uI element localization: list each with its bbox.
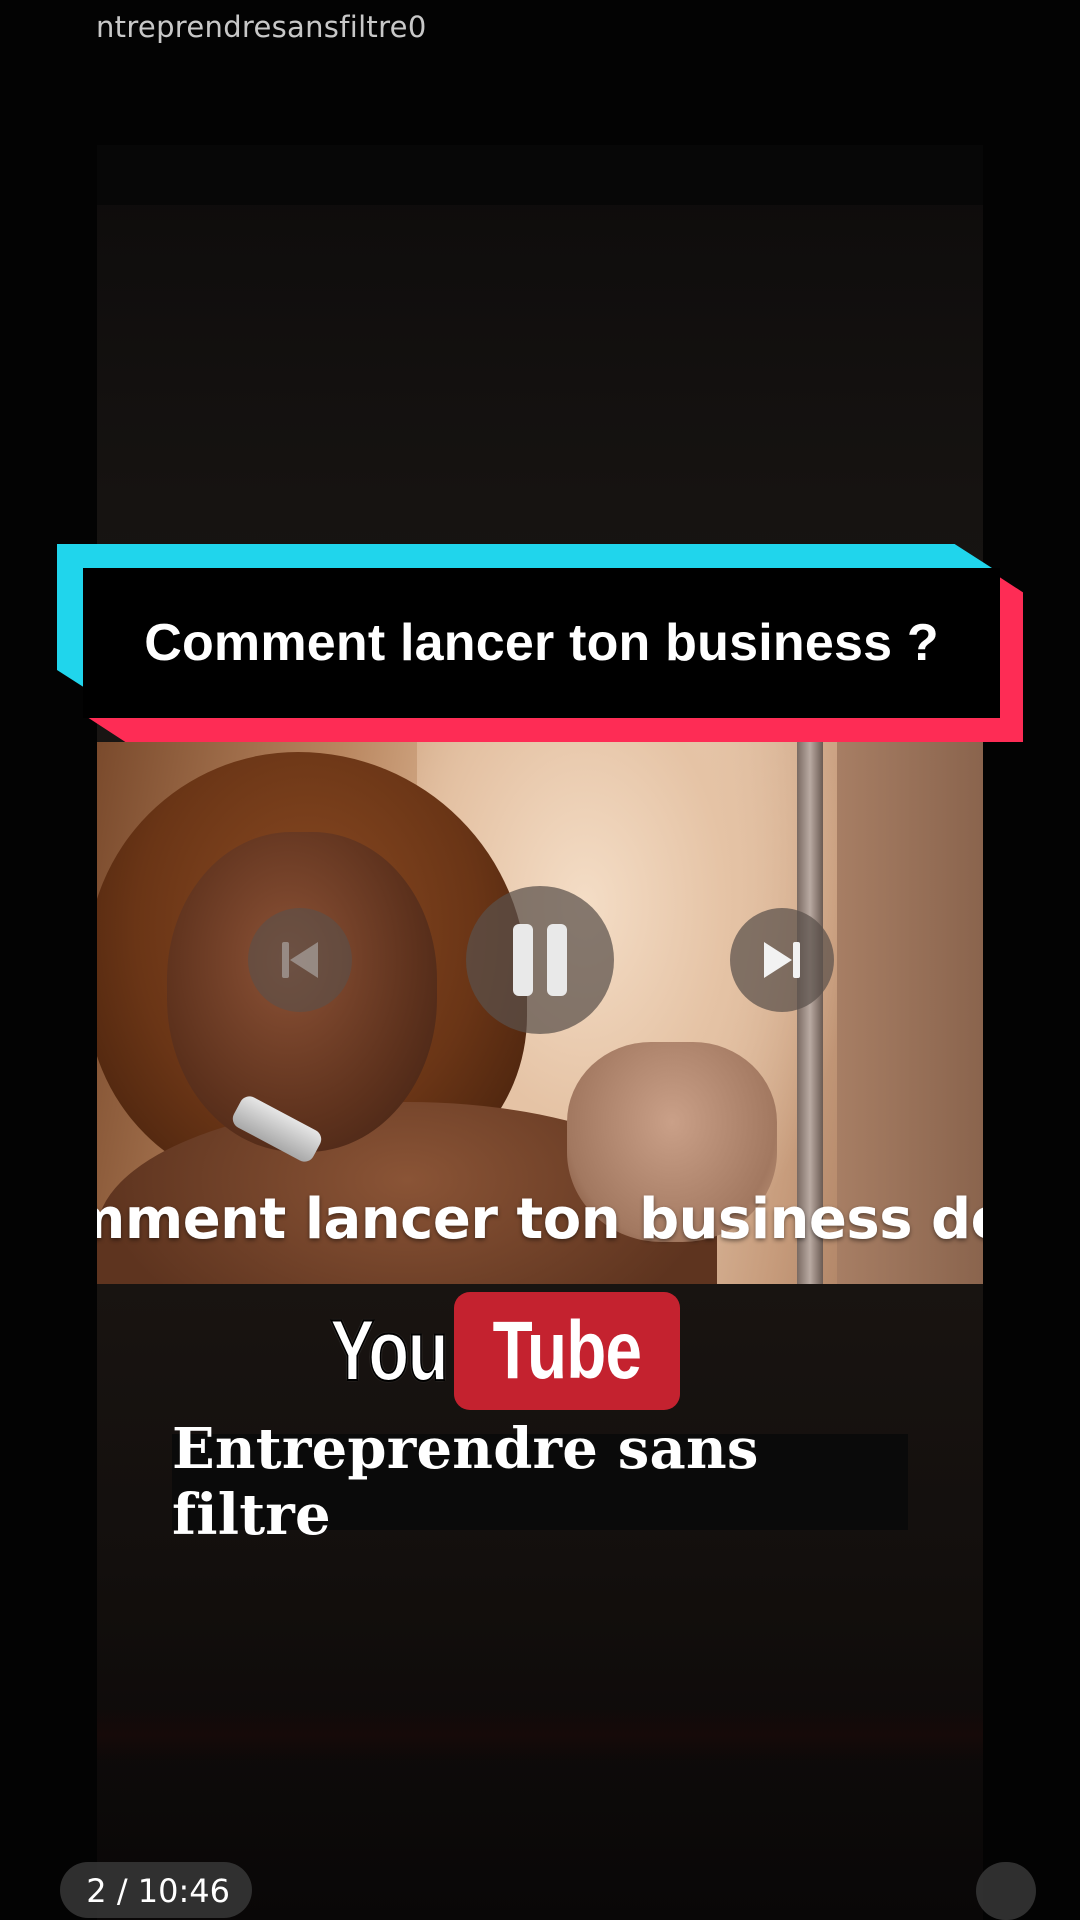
title-banner: Comment lancer ton business ? [83, 568, 1000, 718]
channel-name: Entreprendre sans filtre [172, 1416, 759, 1548]
youtube-logo-tube-box: Tube [454, 1292, 680, 1410]
side-control-pill[interactable] [976, 1862, 1036, 1920]
bottom-band [97, 1710, 983, 1760]
youtube-logo: You Tube [329, 1292, 680, 1410]
account-watermark: ntreprendresansfiltre0 [96, 10, 427, 44]
previous-button[interactable] [248, 908, 352, 1012]
video-screen[interactable]: ntreprendresansfiltre0 Comment lancer to… [0, 0, 1080, 1920]
skip-next-icon [764, 942, 800, 978]
youtube-logo-tube: Tube [492, 1305, 642, 1396]
playback-time: 2 / 10:46 [86, 1872, 230, 1910]
pause-icon [513, 924, 567, 996]
next-button[interactable] [730, 908, 834, 1012]
skip-previous-icon [282, 942, 318, 978]
pause-button[interactable] [466, 886, 614, 1034]
top-letterbox [97, 145, 983, 205]
title-text: Comment lancer ton business ? [144, 614, 939, 672]
video-caption: mment lancer ton business de A [97, 1187, 983, 1252]
youtube-logo-you: You [329, 1302, 449, 1400]
playback-time-pill[interactable]: 2 / 10:46 [60, 1862, 252, 1918]
channel-name-box: Entreprendre sans filtre [172, 1416, 908, 1548]
